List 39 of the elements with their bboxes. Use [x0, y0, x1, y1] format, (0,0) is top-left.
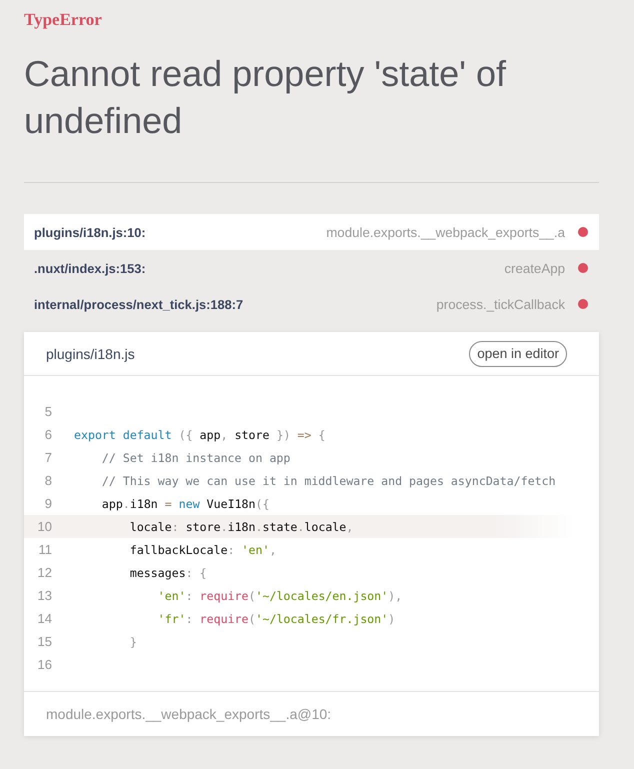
line-number: 10 [36, 519, 52, 534]
code-text: } [128, 634, 137, 648]
code-text: // This way we can use it in middleware and pages asyncData/fetch [100, 474, 556, 488]
line-number: 14 [36, 611, 52, 626]
line-number: 11 [38, 542, 52, 557]
code-text: 'fr': require('~/locales/fr.json') [156, 612, 396, 626]
code-text: locale: store.i18n.state.locale, [128, 520, 354, 534]
stack-frame[interactable]: .nuxt/index.js:153: createApp [24, 250, 599, 286]
line-number: 15 [36, 634, 52, 649]
code-text: export default ({ app, store }) => { [74, 428, 326, 442]
line-number: 6 [44, 427, 52, 442]
line-number: 9 [44, 496, 52, 511]
frame-location: internal/process/next_tick.js:188:7 [34, 296, 244, 312]
line-number: 16 [36, 657, 52, 672]
code-text: fallbackLocale: 'en', [128, 542, 276, 556]
line-number: 8 [44, 473, 52, 488]
frame-function: module.exports.__webpack_exports__.a [326, 224, 565, 240]
error-message: Cannot read property 'state' of undefined [24, 52, 508, 143]
code-text: 'en': require('~/locales/en.json'), [156, 588, 402, 602]
code-text: app.i18n = new VueI18n({ [100, 496, 270, 510]
stack-frame[interactable]: plugins/i18n.js:10: module.exports.__webpack_exports__.a [24, 214, 599, 250]
frame-location: plugins/i18n.js:10: [34, 224, 146, 240]
status-dot-icon [578, 263, 588, 273]
frame-function: createApp [504, 260, 565, 276]
open-in-editor-button[interactable]: open in editor [469, 340, 567, 366]
status-dot-icon [578, 299, 588, 309]
stack-frame[interactable]: internal/process/next_tick.js:188:7 process._tickCallback [24, 286, 599, 322]
error-type-label: TypeError [24, 10, 103, 30]
frame-location: .nuxt/index.js:153: [34, 260, 146, 276]
status-dot-icon [578, 227, 588, 237]
line-number: 13 [36, 588, 52, 603]
frame-reference: module.exports.__webpack_exports__.a@10: [46, 706, 332, 722]
frame-function: process._tickCallback [436, 296, 565, 312]
code-text: // Set i18n instance on app [100, 450, 290, 464]
line-number: 5 [44, 404, 52, 419]
file-name: plugins/i18n.js [46, 346, 135, 362]
line-number: 12 [36, 565, 52, 580]
line-number: 7 [44, 450, 52, 465]
code-text: messages: { [128, 566, 207, 580]
